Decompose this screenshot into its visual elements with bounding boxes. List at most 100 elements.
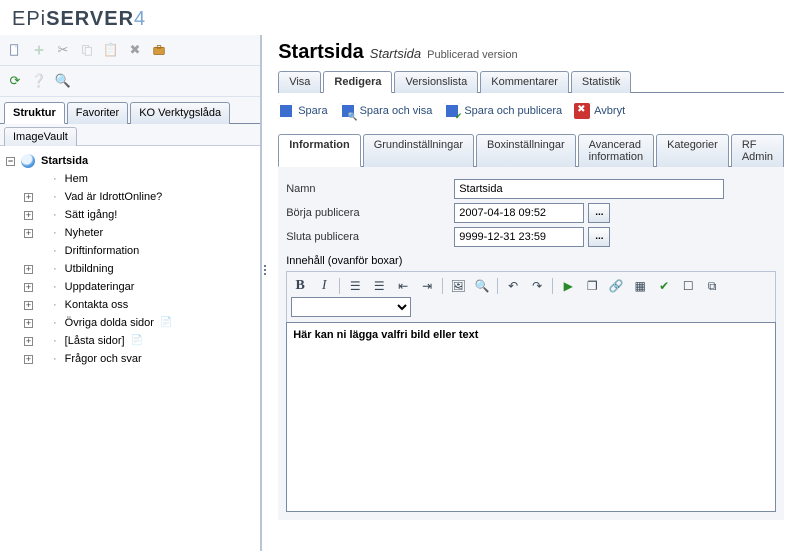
outdent-button[interactable]: ⇤ — [394, 277, 412, 295]
lock-badge-icon: 📄 — [131, 332, 143, 350]
anchor-button[interactable]: ▶ — [559, 277, 577, 295]
stop-publish-input[interactable] — [454, 227, 584, 247]
tree-item-kontakta[interactable]: ·Kontakta oss — [24, 296, 256, 314]
tab-visa[interactable]: Visa — [278, 71, 321, 93]
search-icon[interactable]: 🔍 — [54, 72, 72, 90]
page-subtitle: Startsida — [370, 46, 421, 61]
bulleted-list-button[interactable]: ☰ — [370, 277, 388, 295]
save-button[interactable]: Spara — [278, 103, 327, 119]
tab-statistik[interactable]: Statistik — [571, 71, 632, 93]
tree-item-utbildning[interactable]: ·Utbildning — [24, 260, 256, 278]
italic-button[interactable]: I — [315, 277, 333, 295]
main-tabbar: Visa Redigera Versionslista Kommentarer … — [278, 70, 784, 93]
tab-redigera[interactable]: Redigera — [323, 71, 392, 93]
expand-icon[interactable] — [24, 301, 33, 310]
cancel-icon — [574, 103, 590, 119]
expand-icon[interactable] — [24, 193, 33, 202]
app-logo: EPiSERVER4 — [0, 0, 794, 35]
image-button[interactable]: 🖼 — [449, 277, 467, 295]
expand-icon[interactable] — [24, 265, 33, 274]
delete-icon[interactable]: ✖ — [126, 41, 144, 59]
expand-icon[interactable] — [24, 229, 33, 238]
actions-row: Spara Spara och visa Spara och publicera… — [278, 93, 784, 125]
left-tabs: Struktur Favoriter KO Verktygslåda — [0, 97, 260, 124]
collapse-icon[interactable] — [6, 157, 15, 166]
expand-icon[interactable] — [24, 319, 33, 328]
tree-item-vad[interactable]: ·Vad är IdrottOnline? — [24, 188, 256, 206]
tree-item-uppdateringar[interactable]: ·Uppdateringar — [24, 278, 256, 296]
help-icon[interactable]: ❔ — [30, 72, 48, 90]
tab-imagevault[interactable]: ImageVault — [4, 127, 77, 146]
stop-publish-picker-button[interactable]: ... — [588, 227, 610, 247]
expand-icon[interactable] — [24, 283, 33, 292]
tree-item-lasta[interactable]: ·[Låsta sidor]📄 — [24, 332, 256, 350]
form-area: Namn Börja publicera ... Sluta publicera… — [278, 167, 784, 520]
tree-item-nyheter[interactable]: ·Nyheter — [24, 224, 256, 242]
sub-tabbar: Information Grundinställningar Boxinstäl… — [278, 133, 784, 167]
indent-button[interactable]: ⇥ — [418, 277, 436, 295]
tree-item-ovriga[interactable]: ·Övriga dolda sidor📄 — [24, 314, 256, 332]
tab-versionslista[interactable]: Versionslista — [394, 71, 478, 93]
window-button[interactable]: ❐ — [583, 277, 601, 295]
start-publish-input[interactable] — [454, 203, 584, 223]
tree-item-fragor[interactable]: ·Frågor och svar — [24, 350, 256, 368]
refresh-icon[interactable]: ⟳ — [6, 72, 24, 90]
tree-root-label: Startsida — [41, 152, 88, 170]
start-publish-picker-button[interactable]: ... — [588, 203, 610, 223]
tab-rf-admin[interactable]: RF Admin — [731, 134, 784, 167]
rte-editor[interactable]: Här kan ni lägga valfri bild eller text — [286, 322, 776, 512]
tab-information[interactable]: Information — [278, 134, 361, 167]
form-button[interactable]: ☐ — [679, 277, 697, 295]
expand-icon[interactable] — [24, 355, 33, 364]
undo-button[interactable]: ↶ — [504, 277, 522, 295]
expand-icon[interactable] — [24, 211, 33, 220]
name-input[interactable] — [454, 179, 724, 199]
cut-icon[interactable]: ✂ — [54, 41, 72, 59]
left-panel: ✂ 📋 ✖ ⟳ ❔ 🔍 Struktur Favoriter KO Verkty… — [0, 35, 262, 551]
tree-root[interactable]: Startsida — [6, 152, 256, 170]
toolbox-icon[interactable] — [150, 41, 168, 59]
start-publish-label: Börja publicera — [286, 207, 454, 219]
tab-avancerad[interactable]: Avancerad information — [578, 134, 654, 167]
page-title: Startsida — [278, 41, 364, 64]
stop-publish-label: Sluta publicera — [286, 231, 454, 243]
add-icon[interactable] — [30, 41, 48, 59]
tree-item-satt[interactable]: ·Sätt igång! — [24, 206, 256, 224]
editor-label: Innehåll (ovanför boxar) — [286, 255, 776, 267]
cancel-button[interactable]: Avbryt — [574, 103, 625, 119]
left-toolbar-2: ⟳ ❔ 🔍 — [0, 66, 260, 97]
name-label: Namn — [286, 183, 454, 195]
tab-struktur[interactable]: Struktur — [4, 102, 65, 124]
left-toolbar: ✂ 📋 ✖ — [0, 35, 260, 66]
tab-kategorier[interactable]: Kategorier — [656, 134, 729, 167]
link-button[interactable]: 🔗 — [607, 277, 625, 295]
tab-ko-verktygslada[interactable]: KO Verktygslåda — [130, 102, 230, 124]
save-publish-icon — [444, 103, 460, 119]
style-select[interactable] — [291, 297, 411, 317]
table-button[interactable]: ▦ — [631, 277, 649, 295]
new-page-icon[interactable] — [6, 41, 24, 59]
page-tree: Startsida ·Hem ·Vad är IdrottOnline? ·Sä… — [0, 146, 260, 551]
tab-grundinstallningar[interactable]: Grundinställningar — [363, 134, 474, 167]
check-button[interactable]: ✔ — [655, 277, 673, 295]
paste-icon[interactable]: 📋 — [102, 41, 120, 59]
expand-icon[interactable] — [24, 337, 33, 346]
globe-icon — [21, 154, 35, 168]
save-and-publish-button[interactable]: Spara och publicera — [444, 103, 562, 119]
find-button[interactable]: 🔍 — [473, 277, 491, 295]
tree-item-hem[interactable]: ·Hem — [24, 170, 256, 188]
editor-content: Här kan ni lägga valfri bild eller text — [293, 329, 478, 341]
tree-item-drift[interactable]: ·Driftinformation — [24, 242, 256, 260]
copy-icon[interactable] — [78, 41, 96, 59]
tab-favoriter[interactable]: Favoriter — [67, 102, 128, 124]
bold-button[interactable]: B — [291, 277, 309, 295]
save-icon — [278, 103, 294, 119]
copy-button[interactable]: ⧉ — [703, 277, 721, 295]
tab-kommentarer[interactable]: Kommentarer — [480, 71, 569, 93]
numbered-list-button[interactable]: ☰ — [346, 277, 364, 295]
page-status: Publicerad version — [427, 49, 518, 61]
tab-boxinstallningar[interactable]: Boxinställningar — [476, 134, 576, 167]
save-and-view-button[interactable]: Spara och visa — [340, 103, 433, 119]
rte-toolbar: B I ☰ ☰ ⇤ ⇥ 🖼 🔍 ↶ ↷ ▶ — [286, 271, 776, 322]
redo-button[interactable]: ↷ — [528, 277, 546, 295]
